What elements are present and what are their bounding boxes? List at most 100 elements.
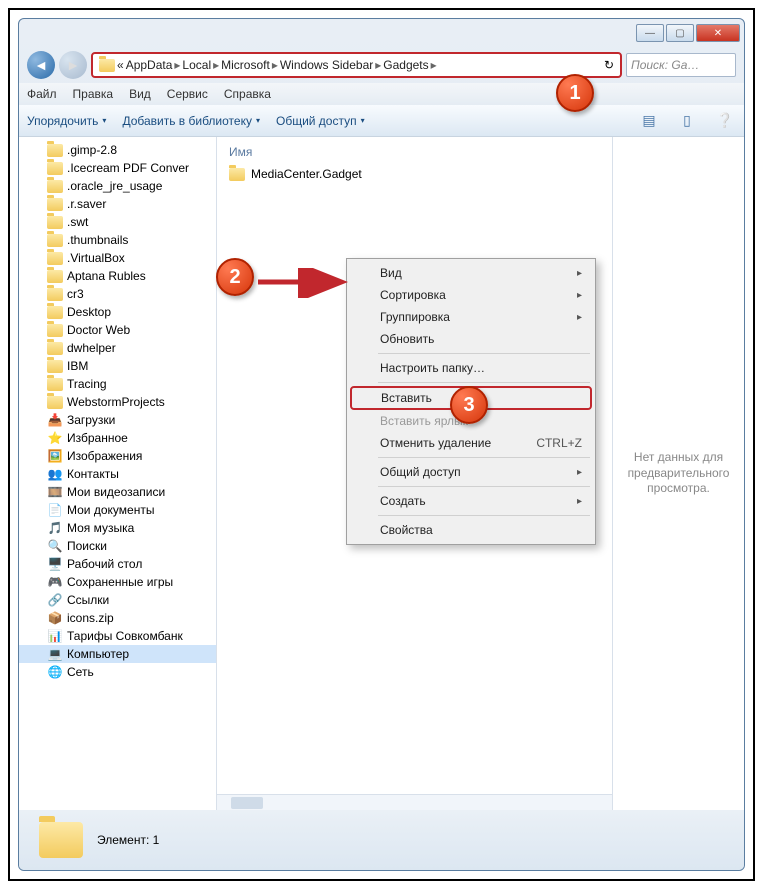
folder-icon	[47, 324, 63, 337]
tree-item-label: .VirtualBox	[67, 251, 125, 265]
special-folder-icon: 📊	[47, 629, 63, 643]
ctx-customize-folder[interactable]: Настроить папку…	[350, 357, 592, 379]
menu-view[interactable]: Вид	[129, 87, 151, 101]
menu-help[interactable]: Справка	[224, 87, 271, 101]
tree-item-label: .r.saver	[67, 197, 106, 211]
tree-item[interactable]: .gimp-2.8	[19, 141, 216, 159]
tree-item[interactable]: Aptana Rubles	[19, 267, 216, 285]
ctx-sort[interactable]: Сортировка▸	[350, 284, 592, 306]
tree-item[interactable]: 🖥️Рабочий стол	[19, 555, 216, 573]
back-button[interactable]: ◄	[27, 51, 55, 79]
tree-item[interactable]: 🖼️ Изображения	[19, 447, 216, 465]
breadcrumb-segment[interactable]: AppData▸	[126, 58, 181, 72]
breadcrumb-segment[interactable]: Windows Sidebar▸	[280, 58, 381, 72]
tree-item[interactable]: cr3	[19, 285, 216, 303]
close-button[interactable]: ✕	[696, 24, 740, 42]
ctx-undo-delete[interactable]: Отменить удалениеCTRL+Z	[350, 432, 592, 454]
search-input[interactable]: Поиск: Ga…	[626, 53, 736, 77]
minimize-button[interactable]: —	[636, 24, 664, 42]
ctx-share[interactable]: Общий доступ▸	[350, 461, 592, 483]
tree-item-label: Мои видеозаписи	[67, 485, 165, 499]
ctx-refresh[interactable]: Обновить	[350, 328, 592, 350]
command-bar: Упорядочить▾ Добавить в библиотеку▾ Общи…	[19, 105, 744, 137]
tree-item[interactable]: .oracle_jre_usage	[19, 177, 216, 195]
column-header-name[interactable]: Имя	[229, 145, 600, 165]
list-item[interactable]: MediaCenter.Gadget	[229, 165, 600, 183]
preview-pane-icon[interactable]: ▯	[676, 110, 698, 132]
special-folder-icon: 🖼️	[47, 449, 63, 463]
tree-item[interactable]: .Icecream PDF Conver	[19, 159, 216, 177]
tree-item-label: Изображения	[67, 449, 142, 463]
tree-item[interactable]: Tracing	[19, 375, 216, 393]
tree-item[interactable]: 🎞️ Мои видеозаписи	[19, 483, 216, 501]
folder-icon	[47, 378, 63, 391]
ctx-create[interactable]: Создать▸	[350, 490, 592, 512]
tree-item[interactable]: 📊Тарифы Совкомбанк	[19, 627, 216, 645]
tree-item[interactable]: .r.saver	[19, 195, 216, 213]
menu-service[interactable]: Сервис	[167, 87, 208, 101]
maximize-button[interactable]: ▢	[666, 24, 694, 42]
ctx-group[interactable]: Группировка▸	[350, 306, 592, 328]
tree-item-label: Мои документы	[67, 503, 154, 517]
special-folder-icon: 🌐	[47, 665, 63, 679]
tree-item-label: Моя музыка	[67, 521, 134, 535]
cmd-share[interactable]: Общий доступ▾	[276, 114, 365, 128]
nav-tree[interactable]: .gimp-2.8.Icecream PDF Conver.oracle_jre…	[19, 137, 217, 810]
tree-item[interactable]: dwhelper	[19, 339, 216, 357]
refresh-icon[interactable]: ↻	[604, 58, 614, 72]
annotation-badge-1: 1	[556, 74, 594, 112]
separator	[378, 382, 590, 383]
special-folder-icon: 🎵	[47, 521, 63, 535]
tree-item[interactable]: 🔗Ссылки	[19, 591, 216, 609]
cmd-organize[interactable]: Упорядочить▾	[27, 114, 106, 128]
tree-item[interactable]: 💻Компьютер	[19, 645, 216, 663]
titlebar: — ▢ ✕	[19, 19, 744, 47]
address-bar[interactable]: « AppData▸ Local▸ Microsoft▸ Windows Sid…	[91, 52, 622, 78]
folder-icon	[47, 180, 63, 193]
tree-item[interactable]: 🔍Поиски	[19, 537, 216, 555]
tree-item-label: WebstormProjects	[67, 395, 165, 409]
tree-item[interactable]: ⭐Избранное	[19, 429, 216, 447]
tree-item[interactable]: 🌐 Сеть	[19, 663, 216, 681]
tree-item-label: Сеть	[67, 665, 94, 679]
ctx-properties[interactable]: Свойства	[350, 519, 592, 541]
tree-item-label: Сохраненные игры	[67, 575, 173, 589]
separator	[378, 353, 590, 354]
breadcrumb-segment[interactable]: Local▸	[182, 58, 219, 72]
cmd-add-library[interactable]: Добавить в библиотеку▾	[122, 114, 260, 128]
forward-button[interactable]: ►	[59, 51, 87, 79]
tree-item-label: Избранное	[67, 431, 128, 445]
folder-icon	[47, 252, 63, 265]
ctx-view[interactable]: Вид▸	[350, 262, 592, 284]
tree-item[interactable]: 📥Загрузки	[19, 411, 216, 429]
separator	[378, 457, 590, 458]
special-folder-icon: 📦	[47, 611, 63, 625]
menu-file[interactable]: Файл	[27, 87, 57, 101]
menu-edit[interactable]: Правка	[73, 87, 114, 101]
tree-item[interactable]: WebstormProjects	[19, 393, 216, 411]
folder-icon	[47, 198, 63, 211]
folder-icon	[47, 288, 63, 301]
tree-item[interactable]: .thumbnails	[19, 231, 216, 249]
tree-item[interactable]: Desktop	[19, 303, 216, 321]
folder-icon	[229, 168, 245, 181]
folder-icon	[47, 216, 63, 229]
tree-item[interactable]: .swt	[19, 213, 216, 231]
tree-item[interactable]: Doctor Web	[19, 321, 216, 339]
tree-item[interactable]: 👥Контакты	[19, 465, 216, 483]
tree-item-label: .thumbnails	[67, 233, 128, 247]
tree-item[interactable]: IBM	[19, 357, 216, 375]
tree-item-label: Aptana Rubles	[67, 269, 146, 283]
tree-item[interactable]: 📄Мои документы	[19, 501, 216, 519]
preview-pane: Нет данных для предварительного просмотр…	[612, 137, 744, 810]
tree-item[interactable]: 📦icons.zip	[19, 609, 216, 627]
special-folder-icon: 🎞️	[47, 485, 63, 499]
help-icon[interactable]: ❔	[714, 110, 736, 132]
tree-item[interactable]: 🎵 Моя музыка	[19, 519, 216, 537]
tree-item[interactable]: .VirtualBox	[19, 249, 216, 267]
breadcrumb-segment[interactable]: Microsoft▸	[221, 58, 278, 72]
tree-item[interactable]: 🎮Сохраненные игры	[19, 573, 216, 591]
view-options-icon[interactable]: ▤	[638, 110, 660, 132]
breadcrumb-segment[interactable]: Gadgets▸	[383, 58, 436, 72]
horizontal-scrollbar[interactable]	[217, 794, 612, 810]
